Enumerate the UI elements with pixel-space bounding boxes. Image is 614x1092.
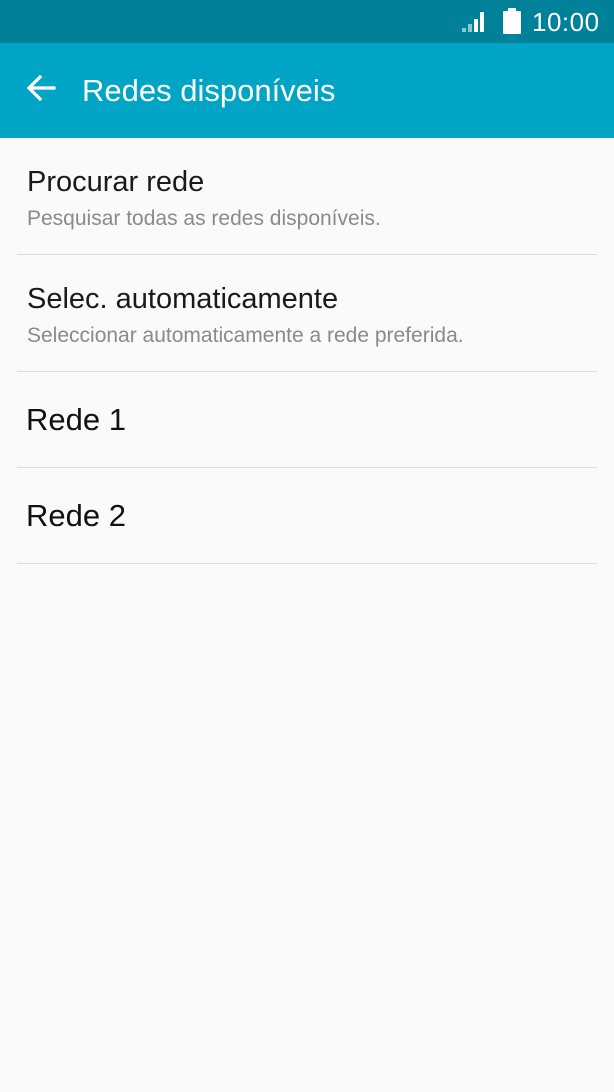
list-item-subtitle: Seleccionar automaticamente a rede prefe…: [27, 324, 464, 347]
page-title: Redes disponíveis: [82, 73, 336, 108]
list-item-title: Selec. automaticamente: [27, 283, 339, 315]
battery-icon: [502, 8, 522, 34]
list-item-search-network[interactable]: Procurar rede Pesquisar todas as redes d…: [17, 138, 597, 255]
list-item-title: Procurar rede: [27, 166, 205, 198]
status-time: 10:00: [532, 7, 600, 37]
list-item-auto-select[interactable]: Selec. automaticamente Seleccionar autom…: [17, 255, 597, 372]
signal-icon: [462, 10, 488, 32]
list-item-network-2[interactable]: Rede 2: [17, 468, 597, 564]
arrow-back-icon: [26, 74, 56, 106]
network-list: Procurar rede Pesquisar todas as redes d…: [0, 138, 614, 564]
list-item-network-1[interactable]: Rede 1: [17, 372, 597, 468]
list-item-subtitle: Pesquisar todas as redes disponíveis.: [27, 207, 381, 230]
app-bar: Redes disponíveis: [0, 43, 614, 138]
list-item-title: Rede 2: [26, 498, 126, 533]
list-item-title: Rede 1: [26, 402, 126, 437]
status-bar: 10:00: [0, 0, 614, 43]
back-button[interactable]: [18, 67, 64, 113]
